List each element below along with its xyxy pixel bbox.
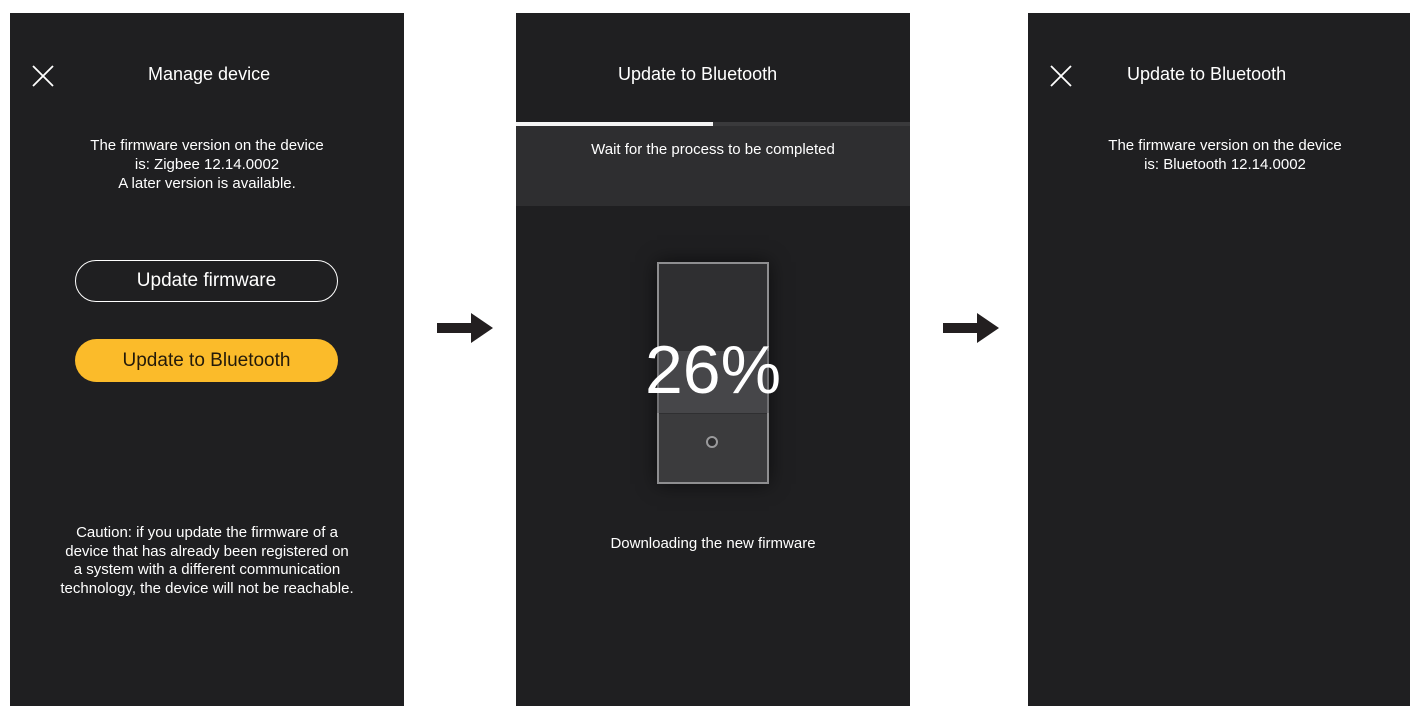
close-icon[interactable] bbox=[32, 65, 54, 87]
update-firmware-button[interactable]: Update firmware bbox=[75, 260, 338, 302]
update-to-bluetooth-button[interactable]: Update to Bluetooth bbox=[75, 339, 338, 382]
firmware-info-line: The firmware version on the device bbox=[90, 137, 324, 154]
close-icon[interactable] bbox=[1050, 65, 1072, 87]
firmware-info: The firmware version on the device is: Z… bbox=[10, 136, 404, 193]
update-progress-screen: Update to Bluetooth Wait for the process… bbox=[516, 13, 910, 706]
caution-line: technology, the device will not be reach… bbox=[60, 579, 354, 597]
firmware-info-line: A later version is available. bbox=[118, 175, 296, 192]
download-status: Downloading the new firmware bbox=[610, 535, 816, 552]
caution-line: a system with a different communication bbox=[73, 561, 341, 578]
page-title: Update to Bluetooth bbox=[1127, 64, 1287, 84]
caution-line: Caution: if you update the firmware of a bbox=[76, 524, 338, 541]
wait-message: Wait for the process to be completed bbox=[591, 141, 835, 158]
right-arrow-icon bbox=[943, 313, 999, 343]
progress-percent: 26% bbox=[644, 332, 782, 408]
manage-device-screen: Manage device The firmware version on th… bbox=[10, 13, 404, 706]
firmware-info-line: is: Bluetooth 12.14.0002 bbox=[1144, 156, 1306, 173]
right-arrow-icon bbox=[437, 313, 493, 343]
led-indicator-icon bbox=[706, 436, 718, 448]
page-title: Update to Bluetooth bbox=[618, 64, 778, 84]
device-rocker-lower bbox=[659, 414, 767, 482]
firmware-info-line: The firmware version on the device bbox=[1108, 137, 1342, 154]
update-complete-screen: Update to Bluetooth The firmware version… bbox=[1028, 13, 1410, 706]
firmware-info-line: is: Zigbee 12.14.0002 bbox=[134, 156, 280, 173]
page-title: Manage device bbox=[148, 64, 271, 84]
firmware-info: The firmware version on the device is: B… bbox=[1028, 136, 1410, 174]
caution-text: Caution: if you update the firmware of a… bbox=[10, 524, 404, 598]
caution-line: device that has already been registered … bbox=[65, 542, 349, 560]
status-banner: Wait for the process to be completed bbox=[516, 126, 910, 206]
